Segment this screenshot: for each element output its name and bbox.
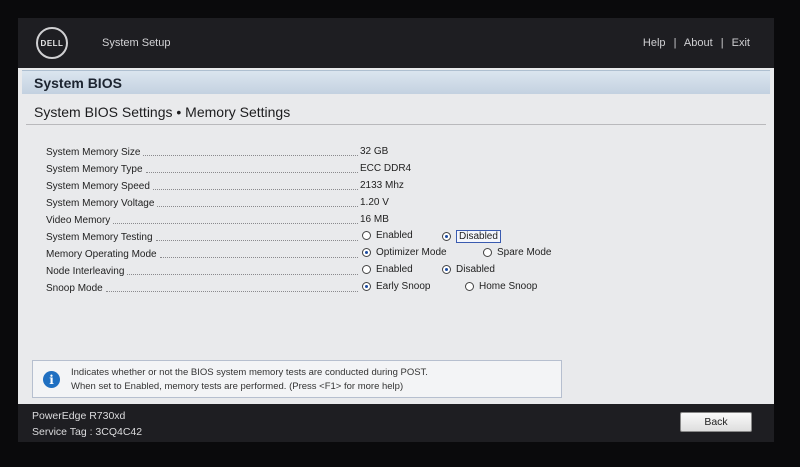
app-title: System Setup: [102, 37, 171, 49]
help-line-1: Indicates whether or not the BIOS system…: [71, 367, 428, 378]
radio-early-snoop[interactable]: Early Snoop: [362, 281, 430, 292]
leader-dots: [145, 166, 358, 173]
setting-row-system-memory-size: System Memory Size 32 GB: [46, 144, 746, 161]
help-panel: i Indicates whether or not the BIOS syst…: [32, 360, 562, 398]
setting-row-node-interleaving: Node Interleaving Enabled Disabled: [46, 263, 746, 280]
section-title: System BIOS: [22, 70, 770, 94]
leader-dots: [155, 234, 358, 241]
setting-row-system-memory-testing: System Memory Testing Enabled Disabled: [46, 229, 746, 246]
leader-dots: [152, 183, 358, 190]
setting-value: 1.20 V: [360, 197, 389, 208]
exit-link[interactable]: Exit: [732, 37, 750, 49]
setting-label: System Memory Size: [46, 146, 144, 158]
info-icon: i: [43, 371, 60, 388]
radio-selected-icon: [362, 248, 371, 257]
setting-row-memory-operating-mode: Memory Operating Mode Optimizer Mode Spa…: [46, 246, 746, 263]
help-line-2: When set to Enabled, memory tests are pe…: [71, 381, 404, 392]
leader-dots: [143, 149, 358, 156]
leader-dots: [127, 268, 358, 275]
footer-bar: PowerEdge R730xd Service Tag : 3CQ4C42 B…: [18, 404, 774, 442]
setting-row-video-memory: Video Memory 16 MB: [46, 212, 746, 229]
link-separator: |: [673, 37, 677, 49]
leader-dots: [159, 251, 358, 258]
radio-node-interleaving-disabled[interactable]: Disabled: [442, 264, 495, 275]
setting-row-system-memory-type: System Memory Type ECC DDR4: [46, 161, 746, 178]
radio-unselected-icon: [483, 248, 492, 257]
help-link[interactable]: Help: [643, 37, 666, 49]
setting-row-system-memory-speed: System Memory Speed 2133 Mhz: [46, 178, 746, 195]
leader-dots: [105, 285, 358, 292]
top-header-bar: DELL System Setup Help | About | Exit: [18, 18, 774, 68]
setting-label: Memory Operating Mode: [46, 248, 160, 260]
help-text: Indicates whether or not the BIOS system…: [71, 366, 428, 394]
setting-value: 2133 Mhz: [360, 180, 404, 191]
setting-label: Video Memory: [46, 214, 114, 226]
setting-value: 16 MB: [360, 214, 389, 225]
link-separator: |: [720, 37, 724, 49]
radio-selected-icon: [362, 282, 371, 291]
setting-value: ECC DDR4: [360, 163, 412, 174]
setting-label: Snoop Mode: [46, 282, 106, 294]
radio-selected-icon: [442, 232, 451, 241]
setting-label: Node Interleaving: [46, 265, 128, 277]
radio-memory-testing-disabled[interactable]: Disabled: [442, 230, 501, 243]
page-title: System BIOS Settings • Memory Settings: [34, 104, 291, 120]
setting-label: System Memory Speed: [46, 180, 153, 192]
bios-screen: DELL System Setup Help | About | Exit Sy…: [18, 18, 774, 442]
setting-label: System Memory Type: [46, 163, 146, 175]
radio-unselected-icon: [362, 265, 371, 274]
radio-memory-testing-enabled[interactable]: Enabled: [362, 230, 413, 241]
dell-logo: DELL: [36, 27, 68, 59]
leader-dots: [157, 200, 358, 207]
system-model: PowerEdge R730xd: [32, 410, 126, 422]
setting-row-snoop-mode: Snoop Mode Early Snoop Home Snoop: [46, 280, 746, 297]
radio-home-snoop[interactable]: Home Snoop: [465, 281, 537, 292]
setting-value: 32 GB: [360, 146, 389, 157]
radio-spare-mode[interactable]: Spare Mode: [483, 247, 551, 258]
radio-unselected-icon: [362, 231, 371, 240]
radio-optimizer-mode[interactable]: Optimizer Mode: [362, 247, 447, 258]
radio-node-interleaving-enabled[interactable]: Enabled: [362, 264, 413, 275]
setting-label: System Memory Voltage: [46, 197, 158, 209]
setting-row-system-memory-voltage: System Memory Voltage 1.20 V: [46, 195, 746, 212]
back-button[interactable]: Back: [680, 412, 752, 432]
radio-unselected-icon: [465, 282, 474, 291]
title-divider: [26, 124, 766, 125]
setting-label: System Memory Testing: [46, 231, 156, 243]
leader-dots: [113, 217, 358, 224]
header-links: Help | About | Exit: [643, 37, 750, 49]
about-link[interactable]: About: [684, 37, 713, 49]
service-tag: Service Tag : 3CQ4C42: [32, 426, 143, 438]
radio-selected-icon: [442, 265, 451, 274]
